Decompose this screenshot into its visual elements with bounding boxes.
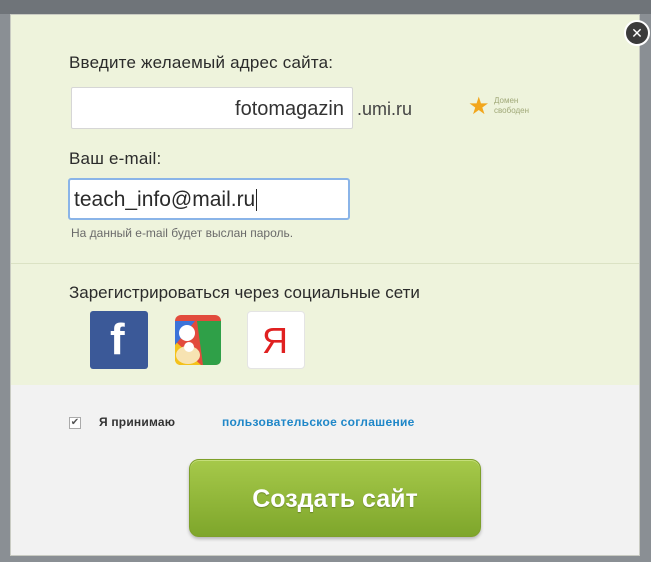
accept-label: Я принимаю: [99, 415, 176, 429]
domain-value: fotomagazin: [235, 98, 344, 120]
text-caret: [256, 189, 258, 212]
email-field[interactable]: teach_info@mail.ru: [68, 178, 350, 220]
social-title: Зарегистрироваться через социальные сети: [69, 283, 420, 302]
star-icon: ★: [468, 93, 490, 120]
close-icon[interactable]: ✕: [624, 20, 650, 46]
section-divider: [11, 263, 639, 264]
create-site-button[interactable]: Создать сайт: [189, 459, 481, 537]
google-icon: [175, 315, 221, 365]
domain-suffix: .umi.ru: [357, 99, 413, 119]
facebook-button[interactable]: f: [90, 311, 148, 369]
domain-status: Домен свободен: [494, 96, 529, 115]
agreement-link[interactable]: пользовательское соглашение: [222, 415, 415, 429]
domain-input[interactable]: fotomagazin: [71, 87, 353, 129]
background-header: [0, 0, 651, 14]
yandex-icon: Я: [262, 320, 288, 361]
google-button[interactable]: [167, 311, 225, 369]
signup-modal: Введите желаемый адрес сайта: fotomagazi…: [10, 14, 640, 556]
facebook-icon: f: [110, 315, 125, 364]
agreement-checkbox[interactable]: ✔: [69, 417, 81, 429]
yandex-button[interactable]: Я: [247, 311, 305, 369]
email-hint: На данный e-mail будет выслан пароль.: [71, 226, 294, 240]
domain-label: Введите желаемый адрес сайта:: [69, 53, 334, 72]
email-value: teach_info@mail.ru: [74, 188, 258, 212]
email-label: Ваш e-mail:: [69, 149, 162, 168]
